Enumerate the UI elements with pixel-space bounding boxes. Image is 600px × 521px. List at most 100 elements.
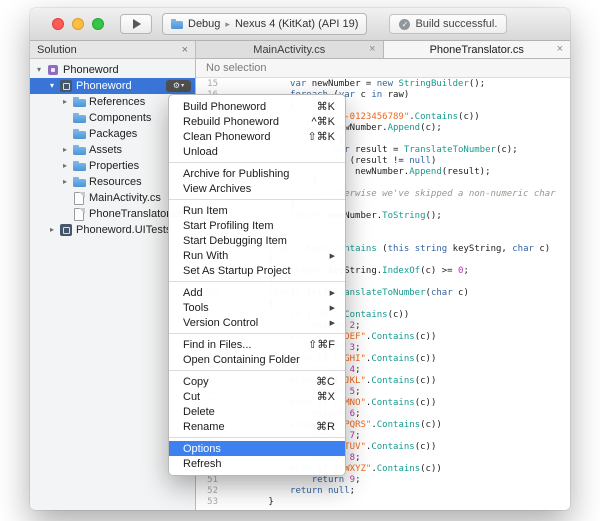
tab-phonetranslator-cs[interactable]: PhoneTranslator.cs× [384, 41, 571, 58]
menu-shortcut: ⌘C [316, 375, 335, 388]
menu-shortcut: ^⌘K [312, 115, 336, 128]
menu-item-start-profiling-item[interactable]: Start Profiling Item [169, 218, 345, 233]
run-button[interactable] [120, 14, 152, 34]
menu-item-copy[interactable]: Copy⌘C [169, 374, 345, 389]
menu-item-label: Run Item [183, 205, 335, 217]
folder-icon [73, 96, 86, 108]
tree-item-label: Assets [89, 144, 122, 156]
panel-headers: Solution × MainActivity.cs×PhoneTranslat… [30, 41, 570, 59]
menu-item-cut[interactable]: Cut⌘X [169, 389, 345, 404]
menu-item-build-phoneword[interactable]: Build Phoneword⌘K [169, 99, 345, 114]
menu-item-label: Version Control [183, 317, 330, 329]
breadcrumb-bar: No selection [196, 59, 570, 78]
main-toolbar: Debug ▸ Nexus 4 (KitKat) (API 19) ✓ Buil… [30, 8, 570, 41]
menu-item-version-control[interactable]: Version Control▶ [169, 315, 345, 330]
menu-item-delete[interactable]: Delete [169, 404, 345, 419]
menu-item-label: Rename [183, 421, 316, 433]
disclosure-icon[interactable]: ▾ [34, 62, 44, 78]
close-pad-icon[interactable]: × [182, 44, 188, 56]
menu-item-rename[interactable]: Rename⌘R [169, 419, 345, 434]
menu-item-label: Start Profiling Item [183, 220, 335, 232]
minimize-window-button[interactable] [72, 18, 84, 30]
menu-item-options[interactable]: Options [169, 441, 345, 456]
menu-item-archive-for-publishing[interactable]: Archive for Publishing [169, 166, 345, 181]
zoom-window-button[interactable] [92, 18, 104, 30]
code-line[interactable]: 52 return null; [196, 486, 570, 497]
menu-item-label: Start Debugging Item [183, 235, 335, 247]
menu-separator [169, 333, 345, 334]
menu-item-run-with[interactable]: Run With▶ [169, 248, 345, 263]
menu-item-label: Open Containing Folder [183, 354, 335, 366]
code-line[interactable]: 53 } [196, 497, 570, 508]
menu-separator [169, 199, 345, 200]
build-status-indicator: ✓ Build successful. [389, 14, 507, 34]
menu-item-add[interactable]: Add▶ [169, 285, 345, 300]
pad-title: Solution [37, 44, 182, 56]
menu-item-label: Delete [183, 406, 335, 418]
menu-item-unload[interactable]: Unload [169, 144, 345, 159]
tree-item-phoneword[interactable]: ▾Phoneword [30, 62, 195, 78]
close-tab-icon[interactable]: × [369, 44, 375, 55]
menu-item-label: Options [183, 443, 335, 455]
success-check-icon: ✓ [399, 19, 410, 30]
tree-item-label: References [89, 96, 145, 108]
disclosure-icon[interactable]: ▸ [47, 222, 57, 238]
folder-icon [73, 128, 86, 140]
disclosure-icon[interactable]: ▸ [60, 158, 70, 174]
chevron-right-icon: ▸ [225, 19, 230, 30]
menu-item-label: Add [183, 287, 330, 299]
tree-item-phoneword[interactable]: ▾ Phoneword ⚙▾ [30, 78, 195, 94]
folder-icon [73, 160, 86, 172]
menu-item-start-debugging-item[interactable]: Start Debugging Item [169, 233, 345, 248]
menu-item-label: Refresh [183, 458, 335, 470]
chevron-down-icon: ▾ [181, 80, 184, 92]
menu-item-label: Run With [183, 250, 330, 262]
menu-separator [169, 162, 345, 163]
window-controls [52, 18, 104, 30]
menu-item-set-as-startup-project[interactable]: Set As Startup Project [169, 263, 345, 278]
submenu-arrow-icon: ▶ [330, 252, 335, 260]
menu-item-open-containing-folder[interactable]: Open Containing Folder [169, 352, 345, 367]
menu-item-label: Unload [183, 146, 335, 158]
line-number: 52 [196, 486, 225, 497]
menu-item-label: View Archives [183, 183, 335, 195]
tree-item-label: MainActivity.cs [89, 192, 161, 204]
menu-item-tools[interactable]: Tools▶ [169, 300, 345, 315]
disclosure-icon[interactable]: ▸ [60, 142, 70, 158]
submenu-arrow-icon: ▶ [330, 304, 335, 312]
menu-item-view-archives[interactable]: View Archives [169, 181, 345, 196]
device-label: Nexus 4 (KitKat) (API 19) [235, 18, 359, 30]
disclosure-icon[interactable]: ▸ [60, 174, 70, 190]
close-tab-icon[interactable]: × [557, 44, 563, 55]
close-window-button[interactable] [52, 18, 64, 30]
project-folder-icon [171, 18, 183, 30]
menu-item-find-in-files[interactable]: Find in Files...⇧⌘F [169, 337, 345, 352]
menu-item-run-item[interactable]: Run Item [169, 203, 345, 218]
menu-shortcut: ⌘X [317, 390, 335, 403]
menu-separator [169, 370, 345, 371]
solution-pad-header: Solution × [30, 41, 196, 59]
status-text: Build successful. [415, 18, 497, 30]
project-actions-gear-button[interactable]: ⚙▾ [166, 80, 191, 92]
breadcrumb-text: No selection [206, 62, 267, 74]
folder-icon [73, 144, 86, 156]
menu-shortcut: ⌘K [317, 100, 335, 113]
file-icon [73, 208, 86, 220]
menu-shortcut: ⌘R [316, 420, 335, 433]
disclosure-icon[interactable]: ▸ [60, 94, 70, 110]
tree-item-label: Components [89, 112, 151, 124]
menu-item-label: Tools [183, 302, 330, 314]
folder-icon [73, 176, 86, 188]
submenu-arrow-icon: ▶ [330, 289, 335, 297]
menu-item-refresh[interactable]: Refresh [169, 456, 345, 471]
menu-item-label: Archive for Publishing [183, 168, 335, 180]
menu-item-rebuild-phoneword[interactable]: Rebuild Phoneword^⌘K [169, 114, 345, 129]
tab-mainactivity-cs[interactable]: MainActivity.cs× [196, 41, 384, 58]
tree-item-label: Phoneword [76, 80, 132, 92]
menu-item-clean-phoneword[interactable]: Clean Phoneword⇧⌘K [169, 129, 345, 144]
build-target-selector[interactable]: Debug ▸ Nexus 4 (KitKat) (API 19) [162, 13, 367, 35]
disclosure-icon[interactable]: ▾ [47, 78, 57, 94]
code-line[interactable]: 15 var newNumber = new StringBuilder(); [196, 79, 570, 90]
configuration-label: Debug [188, 18, 220, 30]
code-line[interactable]: 51 return 9; [196, 475, 570, 486]
